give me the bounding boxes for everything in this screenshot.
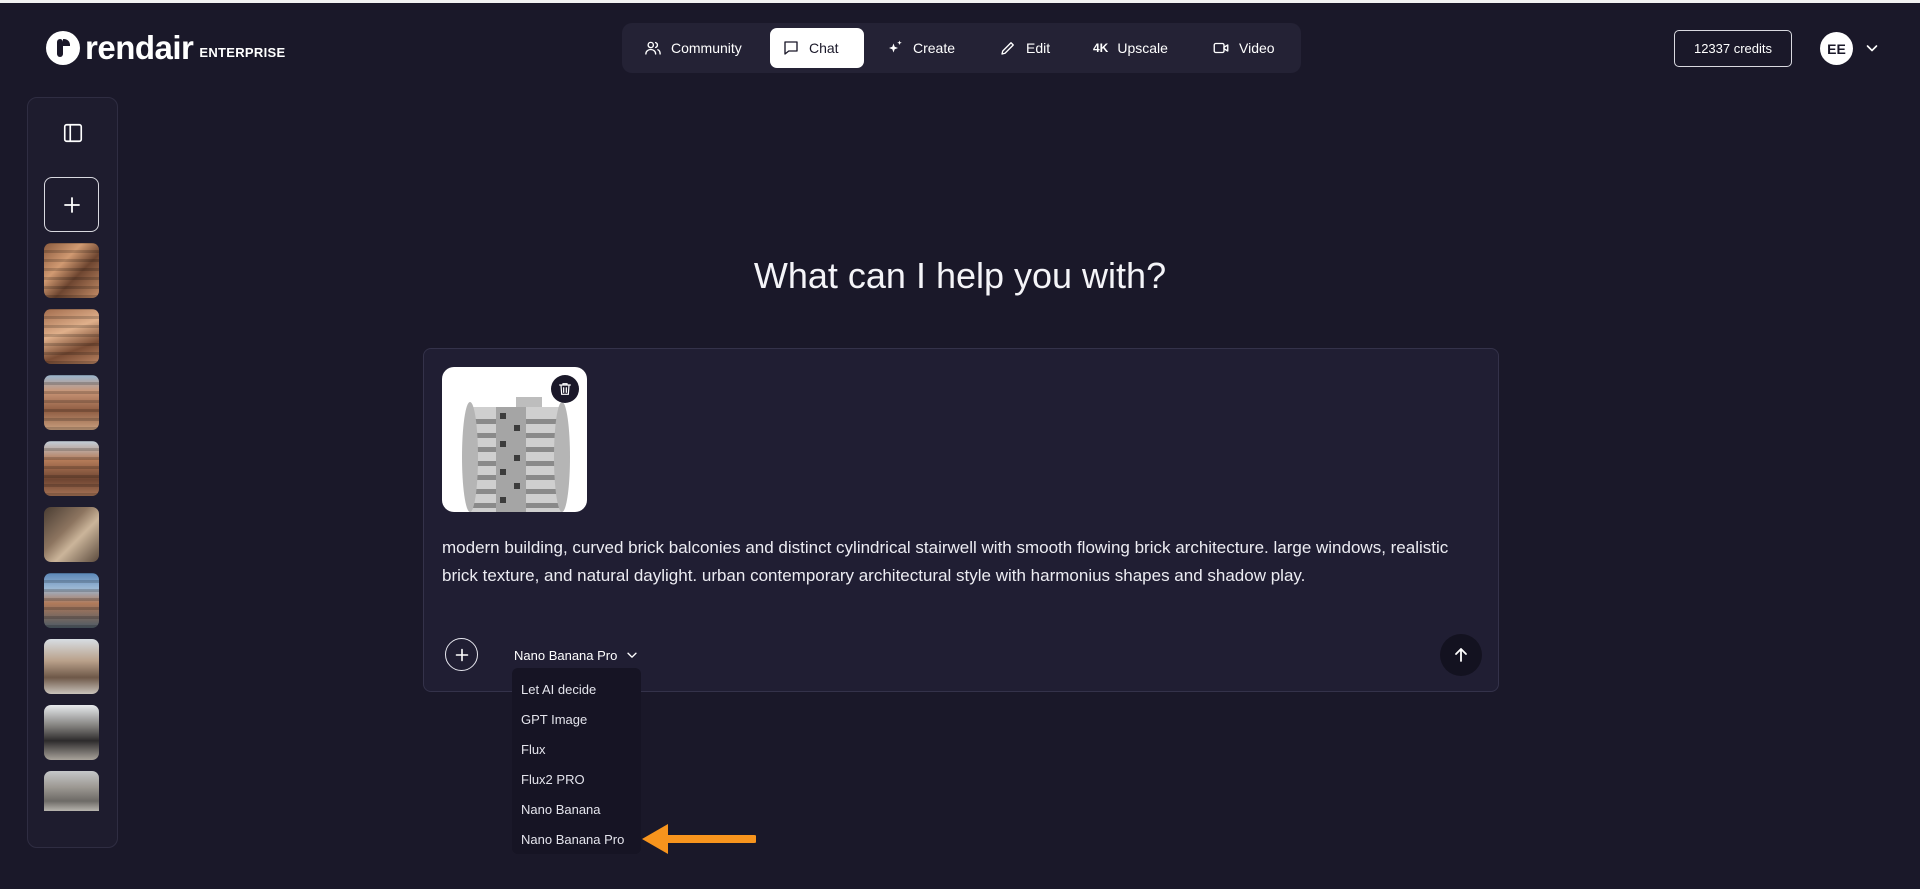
tab-label: Create bbox=[913, 40, 956, 56]
selected-model-label: Nano Banana Pro bbox=[514, 647, 618, 663]
plus-icon bbox=[455, 648, 468, 661]
brand-logo[interactable]: rendair ENTERPRISE bbox=[46, 30, 285, 66]
sidebar-panel-icon[interactable] bbox=[62, 122, 84, 144]
orange-pointer-arrow-icon bbox=[642, 824, 756, 854]
credits-badge[interactable]: 12337 credits bbox=[1674, 30, 1792, 67]
plus-icon bbox=[63, 196, 80, 213]
model-option-flux[interactable]: Flux bbox=[521, 742, 546, 757]
history-thumbnail[interactable] bbox=[44, 705, 99, 760]
model-dropdown-menu: Let AI decide GPT Image Flux Flux2 PRO N… bbox=[512, 668, 641, 854]
pencil-icon bbox=[1001, 42, 1014, 55]
tab-video[interactable]: Video bbox=[1200, 28, 1287, 68]
model-option-gpt-image[interactable]: GPT Image bbox=[521, 712, 587, 727]
top-nav: Community Chat Create Edit 4K Upscale Vi… bbox=[622, 23, 1301, 73]
model-option-flux2-pro[interactable]: Flux2 PRO bbox=[521, 772, 585, 787]
chevron-down-icon bbox=[627, 652, 637, 658]
model-option-let-ai-decide[interactable]: Let AI decide bbox=[521, 682, 596, 697]
history-thumbnail[interactable] bbox=[44, 309, 99, 364]
chat-bubble-icon bbox=[784, 41, 798, 55]
tab-label: Community bbox=[671, 40, 742, 56]
sparkles-icon bbox=[889, 40, 902, 53]
add-attachment-button[interactable] bbox=[445, 638, 478, 671]
tab-chat[interactable]: Chat bbox=[770, 28, 864, 68]
history-thumbnail[interactable] bbox=[44, 375, 99, 430]
history-thumbnail[interactable] bbox=[44, 441, 99, 496]
chat-composer: modern building, curved brick balconies … bbox=[423, 348, 1499, 692]
model-option-nano-banana[interactable]: Nano Banana bbox=[521, 802, 601, 817]
sidebar bbox=[27, 97, 118, 848]
tab-community[interactable]: Community bbox=[632, 28, 754, 68]
history-thumbnail[interactable] bbox=[44, 573, 99, 628]
model-selector[interactable]: Nano Banana Pro bbox=[514, 643, 639, 667]
top-border bbox=[0, 0, 1920, 3]
tab-label: Video bbox=[1239, 40, 1275, 56]
new-chat-button[interactable] bbox=[44, 177, 99, 232]
chevron-down-icon[interactable] bbox=[1864, 40, 1880, 56]
history-thumbnail[interactable] bbox=[44, 507, 99, 562]
page-title: What can I help you with? bbox=[753, 255, 1167, 296]
brand-name: rendair bbox=[85, 29, 194, 66]
tab-label: Chat bbox=[809, 40, 839, 56]
prompt-input[interactable]: modern building, curved brick balconies … bbox=[442, 534, 1482, 590]
arrow-up-icon bbox=[1455, 648, 1467, 662]
tab-upscale[interactable]: 4K Upscale bbox=[1081, 28, 1180, 68]
users-icon bbox=[645, 41, 661, 55]
attached-image[interactable] bbox=[442, 367, 587, 512]
brand-tier: ENTERPRISE bbox=[199, 45, 286, 60]
history-thumbnail[interactable] bbox=[44, 771, 99, 811]
video-camera-icon bbox=[1213, 42, 1229, 54]
tab-create[interactable]: Create bbox=[874, 28, 967, 68]
4k-icon: 4K bbox=[1093, 41, 1109, 55]
trash-icon bbox=[559, 383, 571, 395]
tab-label: Edit bbox=[1026, 40, 1051, 56]
model-option-nano-banana-pro[interactable]: Nano Banana Pro bbox=[521, 832, 624, 847]
history-thumbnail[interactable] bbox=[44, 639, 99, 694]
tab-edit[interactable]: Edit bbox=[987, 28, 1062, 68]
logo-mark-icon bbox=[46, 31, 80, 65]
remove-image-button[interactable] bbox=[551, 375, 579, 403]
avatar[interactable]: EE bbox=[1820, 32, 1853, 65]
tab-label: Upscale bbox=[1117, 40, 1168, 56]
send-button[interactable] bbox=[1440, 634, 1482, 676]
building-render-image bbox=[462, 397, 570, 512]
